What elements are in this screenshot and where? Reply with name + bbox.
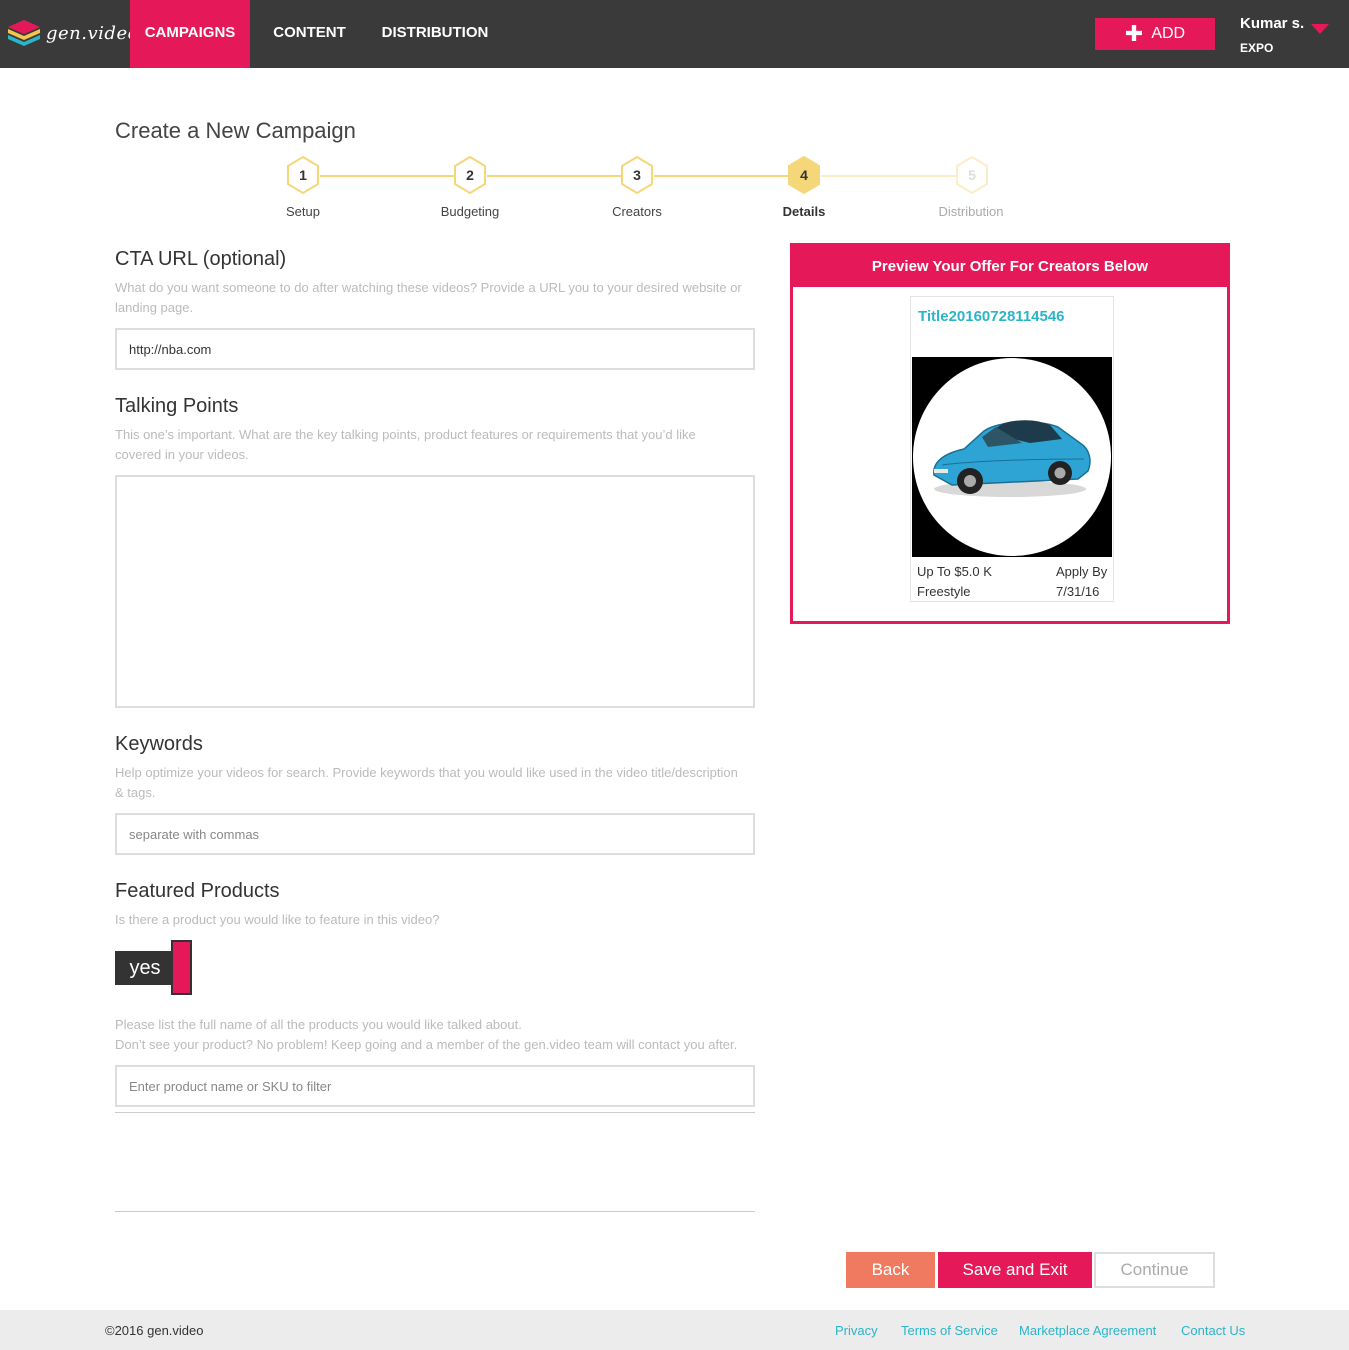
footer-link-privacy[interactable]: Privacy: [835, 1323, 878, 1338]
offer-preview-panel: Preview Your Offer For Creators Below Ti…: [790, 243, 1230, 624]
talking-points-help-line: This one’s important. What are the key t…: [115, 427, 696, 442]
offer-style: Freestyle: [917, 584, 971, 599]
step-number: 5: [968, 167, 976, 183]
add-button[interactable]: ✚ ADD: [1095, 18, 1215, 50]
plus-icon: ✚: [1124, 21, 1144, 46]
featured-products-help: Is there a product you would like to fea…: [115, 912, 440, 927]
keywords-help: Help optimize your videos for search. Pr…: [115, 763, 760, 803]
product-list-help-line: Don’t see your product? No problem! Keep…: [115, 1037, 738, 1052]
step-3[interactable]: 3: [620, 156, 654, 194]
step-number: 3: [633, 167, 641, 183]
step-connector: [821, 175, 956, 177]
divider: [115, 1211, 755, 1212]
step-label-setup: Setup: [286, 204, 320, 219]
product-search-input[interactable]: [115, 1065, 755, 1107]
talking-points-title: Talking Points: [115, 395, 239, 417]
tab-distribution[interactable]: DISTRIBUTION: [372, 0, 498, 68]
product-list-help-line: Please list the full name of all the pro…: [115, 1017, 522, 1032]
car-image: [912, 357, 1112, 557]
toggle-knob[interactable]: [171, 940, 192, 995]
divider: [115, 1112, 755, 1113]
cta-help: What do you want someone to do after wat…: [115, 278, 760, 318]
footer: ©2016 gen.video Privacy Terms of Service…: [0, 1310, 1349, 1350]
keywords-help-line: & tags.: [115, 785, 156, 800]
step-connector: [320, 175, 455, 177]
step-2[interactable]: 2: [453, 156, 487, 194]
back-button[interactable]: Back: [846, 1252, 935, 1288]
step-1[interactable]: 1: [286, 156, 320, 194]
featured-products-title: Featured Products: [115, 880, 280, 902]
step-label-creators: Creators: [612, 204, 662, 219]
talking-points-textarea[interactable]: [115, 475, 755, 708]
footer-link-marketplace-agreement[interactable]: Marketplace Agreement: [1019, 1323, 1156, 1338]
footer-link-terms[interactable]: Terms of Service: [901, 1323, 998, 1338]
keywords-title: Keywords: [115, 733, 203, 755]
offer-card-title[interactable]: Title20160728114546: [918, 308, 1065, 325]
save-and-exit-button[interactable]: Save and Exit: [938, 1252, 1092, 1288]
offer-apply-date: 7/31/16: [1056, 584, 1100, 599]
offer-budget: Up To $5.0 K: [917, 564, 992, 579]
logo[interactable]: gen.video: [8, 20, 139, 46]
user-org: EXPO: [1240, 41, 1274, 55]
talking-points-help: This one’s important. What are the key t…: [115, 425, 760, 465]
keywords-help-line: Help optimize your videos for search. Pr…: [115, 765, 738, 780]
toggle-label: yes: [115, 951, 175, 985]
step-number: 1: [299, 167, 307, 183]
offer-card[interactable]: Title20160728114546 Up To $5.0 K Freesty…: [910, 296, 1114, 602]
add-button-label: ADD: [1151, 25, 1186, 42]
step-label-budgeting: Budgeting: [440, 204, 500, 219]
continue-button[interactable]: Continue: [1094, 1252, 1215, 1288]
featured-toggle[interactable]: yes: [115, 940, 192, 995]
offer-card-image: [912, 357, 1112, 557]
product-list-help: Please list the full name of all the pro…: [115, 1015, 760, 1055]
page-title: Create a New Campaign: [115, 118, 356, 143]
user-name[interactable]: Kumar s.: [1240, 15, 1304, 32]
cta-title: CTA URL (optional): [115, 248, 287, 270]
step-connector: [487, 175, 622, 177]
tab-content[interactable]: CONTENT: [262, 0, 357, 68]
step-connector: [654, 175, 789, 177]
preview-header: Preview Your Offer For Creators Below: [793, 246, 1227, 287]
step-4[interactable]: 4: [787, 156, 821, 194]
logo-icon: [8, 20, 40, 46]
caret-down-icon[interactable]: [1311, 24, 1329, 34]
logo-text: gen.video: [46, 22, 139, 44]
step-number: 4: [800, 167, 808, 183]
step-number: 2: [466, 167, 474, 183]
copyright: ©2016 gen.video: [105, 1323, 204, 1338]
top-nav: gen.video CAMPAIGNS CONTENT DISTRIBUTION…: [0, 0, 1349, 68]
step-label-distribution: Distribution: [938, 204, 1004, 219]
step-5[interactable]: 5: [955, 156, 989, 194]
footer-link-contact[interactable]: Contact Us: [1181, 1323, 1245, 1338]
offer-apply-label: Apply By: [1056, 564, 1108, 579]
cta-url-input[interactable]: [115, 328, 755, 370]
talking-points-help-line: covered in your videos.: [115, 447, 249, 462]
keywords-input[interactable]: [115, 813, 755, 855]
tab-campaigns[interactable]: CAMPAIGNS: [130, 0, 250, 68]
step-label-details: Details: [782, 204, 826, 219]
cta-help-line: What do you want someone to do after wat…: [115, 280, 742, 295]
cta-help-line: landing page.: [115, 300, 194, 315]
